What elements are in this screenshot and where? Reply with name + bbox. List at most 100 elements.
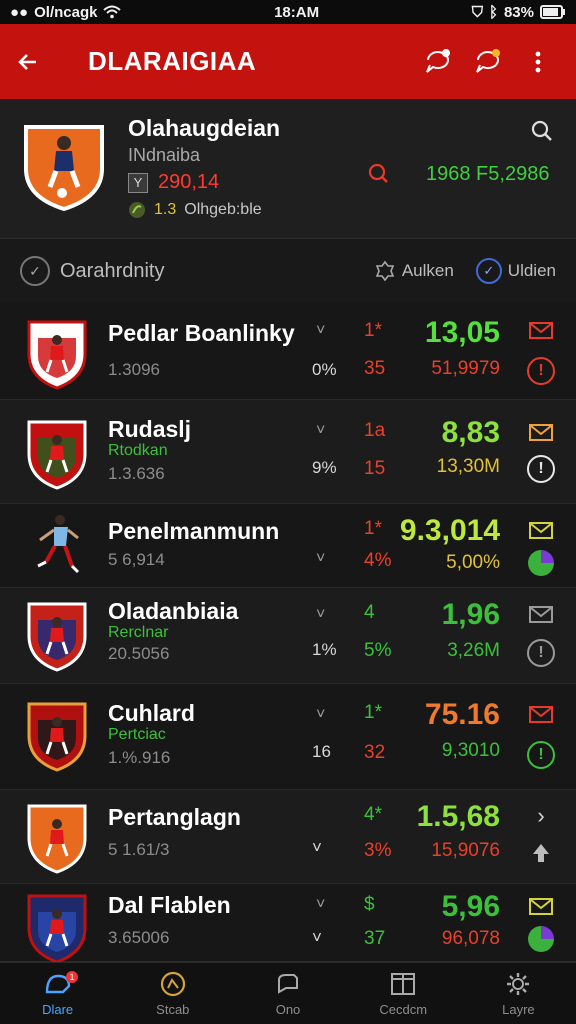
t2: 37 bbox=[364, 928, 386, 949]
search-icon bbox=[531, 120, 552, 141]
player-price: Y 290,14 bbox=[128, 171, 219, 194]
meta: 20.5056 bbox=[108, 644, 170, 663]
small: 15,9076 bbox=[431, 840, 500, 861]
settings-icon bbox=[507, 973, 530, 995]
pie-button[interactable] bbox=[526, 548, 556, 578]
player-subtitle: INdnaiba bbox=[128, 145, 201, 165]
list-item[interactable]: Dal Flablen 3.65006 ˅ ˅ $37 5,96 96,078 bbox=[0, 884, 576, 964]
big: 9.3,014 bbox=[399, 514, 500, 547]
back-button[interactable] bbox=[16, 42, 56, 82]
note-prefix: 1.3 bbox=[154, 201, 177, 218]
sub: Rtodkan bbox=[108, 442, 168, 459]
sub: Rerclnar bbox=[108, 624, 169, 641]
name: Pertanglagn bbox=[108, 804, 241, 830]
t1: 4 bbox=[364, 602, 375, 623]
nav-board[interactable]: Cecdcm bbox=[346, 963, 461, 1024]
status-bar: ●● Ol/ncagk 18:AM ⛉ ᛒ 83% bbox=[0, 0, 576, 24]
action-button-2[interactable]: ✓ Uldien bbox=[475, 258, 556, 284]
info-button[interactable]: ! bbox=[526, 454, 556, 484]
signal-icon: ●● bbox=[10, 3, 29, 21]
player-name: Olahaugdeian bbox=[128, 115, 281, 141]
name: Oladanbiaia bbox=[108, 598, 239, 624]
info-button[interactable]: ! bbox=[526, 356, 556, 386]
section-header: ✓ Oarahrdnity Aulken ✓ Uldien bbox=[0, 240, 576, 302]
pct: ˅ bbox=[312, 838, 322, 857]
pie-icon bbox=[528, 926, 554, 952]
t2: 3% bbox=[364, 840, 392, 861]
list-item[interactable]: Rudaslj Rtodkan 1.3.636 ˅ 9% 1a 15 8,83 13,30M! bbox=[0, 400, 576, 504]
profile-card[interactable]: Olahaugdeian INdnaiba Y 290,14 1.3 Olhge… bbox=[0, 99, 576, 239]
player-value: 1968 F5,2986 bbox=[426, 163, 550, 185]
sub: Pertciac bbox=[108, 726, 166, 743]
envelope-button[interactable] bbox=[526, 420, 556, 444]
big: 75.16 bbox=[424, 698, 500, 731]
list-item[interactable]: Cuhlard Pertciac 1.%.916 ˅ 16 1* 32 75.16 9,3010… bbox=[0, 684, 576, 790]
carrier-text: Ol/ncagk bbox=[34, 3, 98, 21]
price-tag-icon: Y bbox=[128, 172, 148, 193]
leaf-icon bbox=[129, 202, 145, 218]
app-title: DLARAIGIAA bbox=[88, 46, 257, 76]
arrow-button[interactable] bbox=[526, 838, 556, 868]
board-icon bbox=[391, 973, 416, 995]
player-list: Pedlar Boanlinky 1.3096 ˅ 0% 1* 35 13,05 51,997… bbox=[0, 302, 576, 964]
envelope-icon bbox=[529, 321, 553, 339]
messages-button[interactable] bbox=[466, 40, 510, 84]
nav-settings[interactable]: Layre bbox=[461, 963, 576, 1024]
team-crest-icon bbox=[27, 602, 87, 672]
t1: 1a bbox=[364, 420, 386, 441]
list-item[interactable]: Pedlar Boanlinky 1.3096 ˅ 0% 1* 35 13,05 51,997… bbox=[0, 302, 576, 400]
name: Penelmanmunn bbox=[108, 518, 280, 544]
chev: ˅ bbox=[316, 606, 326, 623]
search-button[interactable] bbox=[530, 119, 554, 148]
nav-home[interactable]: 1 Dlare bbox=[0, 963, 115, 1024]
list-item[interactable]: Penelmanmunn 5 6,914 ˅ 1* 4% 9.3,014 5,00% bbox=[0, 504, 576, 588]
envelope-button[interactable] bbox=[526, 318, 556, 342]
envelope-icon bbox=[529, 897, 553, 915]
action-button-1[interactable]: Aulken bbox=[374, 260, 454, 282]
list-item[interactable]: Pertanglagn 5 1.61/3 ˅ 4* 3% 1.5,68 15,9076 › bbox=[0, 790, 576, 884]
player-note: 1.3 Olhgeb:ble bbox=[128, 201, 262, 219]
t2: 15 bbox=[364, 458, 386, 479]
envelope-button[interactable] bbox=[526, 702, 556, 726]
info-icon: ! bbox=[527, 455, 555, 483]
t2: 35 bbox=[364, 358, 386, 379]
target-icon bbox=[368, 163, 388, 183]
envelope-icon bbox=[529, 521, 553, 539]
chevron-right-button[interactable]: › bbox=[526, 803, 556, 828]
name: Cuhlard bbox=[108, 700, 195, 726]
notification-dot bbox=[442, 48, 450, 57]
notification-button[interactable] bbox=[416, 40, 460, 84]
big: 13,05 bbox=[424, 316, 500, 349]
nav-stats[interactable]: Stcab bbox=[115, 963, 230, 1024]
envelope-button[interactable] bbox=[526, 894, 556, 918]
big: 8,83 bbox=[441, 416, 500, 449]
chev: ˅ bbox=[316, 550, 326, 567]
info-button[interactable]: ! bbox=[526, 740, 556, 770]
envelope-button[interactable] bbox=[526, 518, 556, 542]
target-button[interactable] bbox=[366, 161, 390, 190]
list-item[interactable]: Oladanbiaia Rerclnar 20.5056 ˅ 1% 4 5% 1,96 3,26… bbox=[0, 588, 576, 684]
clock-text: 18:AM bbox=[274, 3, 320, 21]
info-icon: ! bbox=[527, 357, 555, 385]
nav-label-chat: Ono bbox=[275, 1002, 301, 1017]
small: 96,078 bbox=[441, 928, 500, 949]
meta: 1.3096 bbox=[108, 360, 160, 379]
arrow-up-icon bbox=[533, 844, 549, 862]
filter-icon[interactable]: ✓ bbox=[20, 256, 50, 286]
pct: ˅ bbox=[312, 928, 322, 947]
info-button[interactable]: ! bbox=[526, 638, 556, 668]
nav-chat[interactable]: Ono bbox=[230, 963, 345, 1024]
app-bar: DLARAIGIAA bbox=[0, 24, 576, 99]
envelope-icon bbox=[529, 423, 553, 441]
envelope-button[interactable] bbox=[526, 602, 556, 626]
t2: 5% bbox=[364, 640, 392, 661]
t1: 1* bbox=[364, 320, 382, 341]
team-crest-icon bbox=[27, 894, 87, 964]
team-crest-icon bbox=[27, 804, 87, 874]
name: Dal Flablen bbox=[108, 892, 231, 918]
small: 3,26M bbox=[447, 640, 500, 661]
name: Rudaslj bbox=[108, 416, 192, 442]
name: Pedlar Boanlinky bbox=[108, 320, 295, 346]
more-button[interactable] bbox=[516, 40, 560, 84]
pie-button[interactable] bbox=[526, 924, 556, 954]
